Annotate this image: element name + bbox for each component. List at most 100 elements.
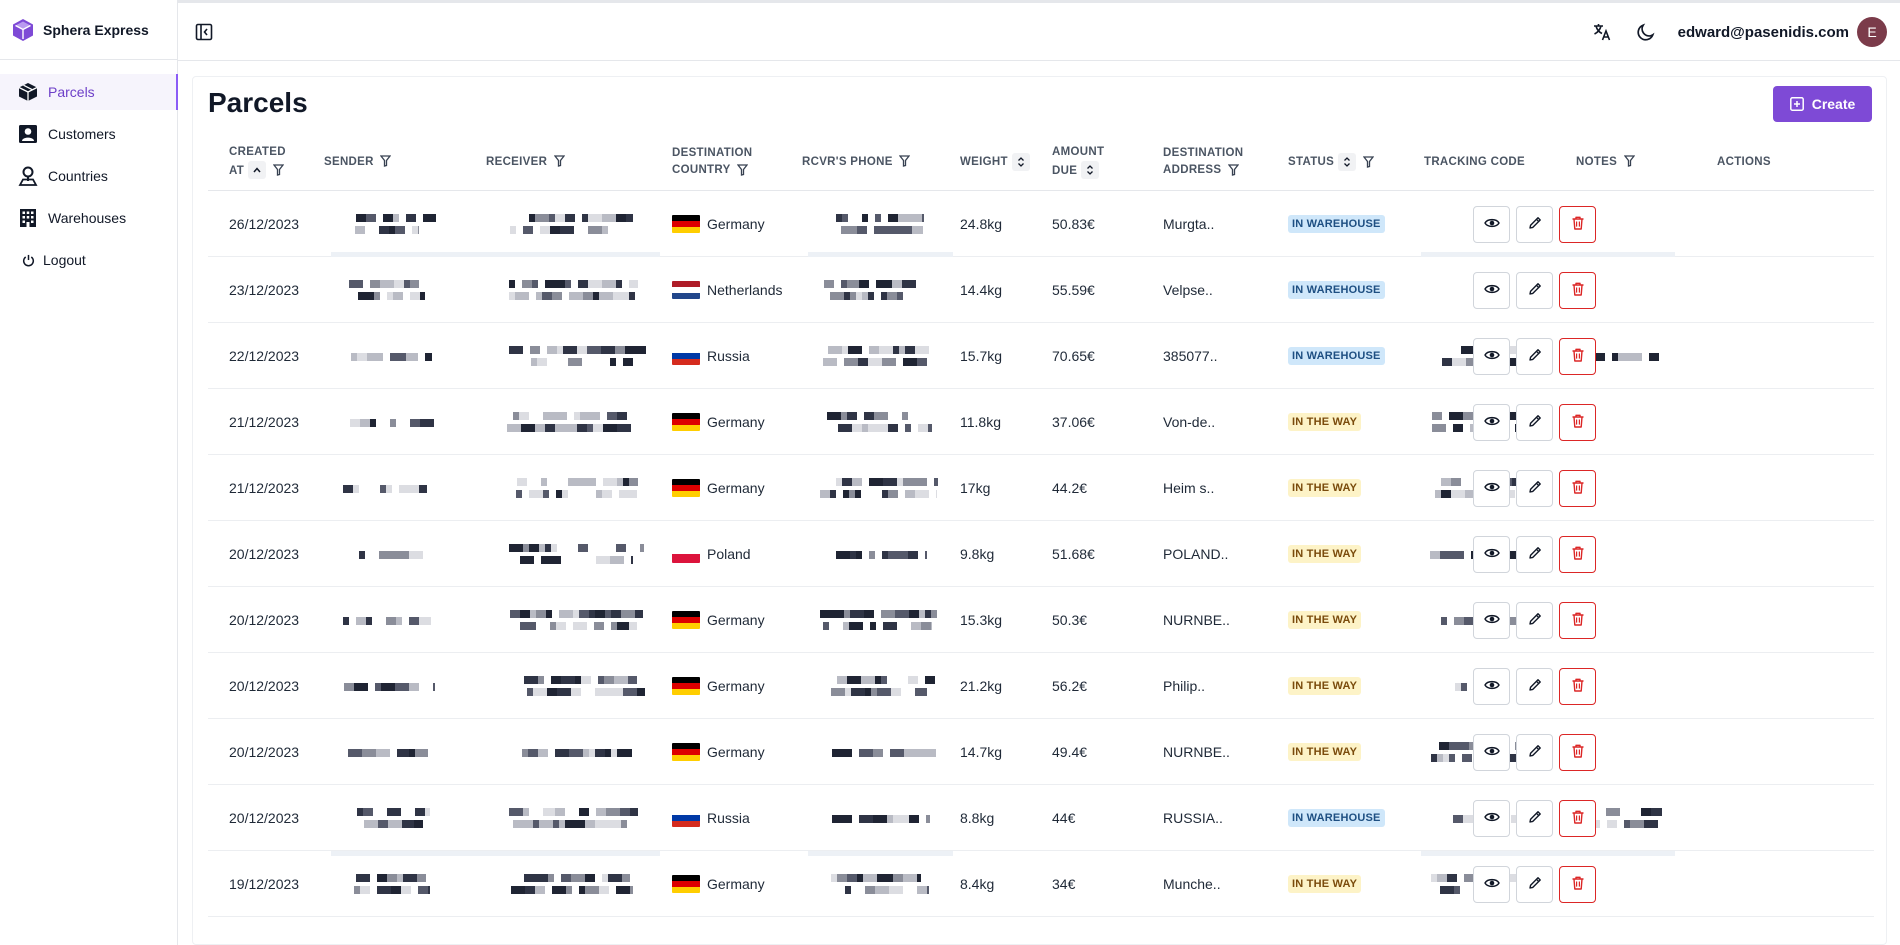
- amount-due-value: 50.83€: [1052, 216, 1095, 232]
- table-row[interactable]: 26/12/2023 Germany 24.8kg 50.83€ Murgta.. IN …: [208, 191, 1874, 257]
- column-header-text: WEIGHT: [960, 152, 1030, 171]
- view-button[interactable]: [1473, 733, 1510, 771]
- view-button[interactable]: [1473, 469, 1510, 507]
- view-button[interactable]: [1473, 403, 1510, 441]
- view-button[interactable]: [1473, 667, 1510, 705]
- table-row[interactable]: 22/12/2023 Russia 15.7kg 70.65€ 385077.. IN W…: [208, 323, 1874, 389]
- column-header-destination-address[interactable]: DESTINATION ADDRESS: [1163, 133, 1243, 191]
- edit-button[interactable]: [1516, 799, 1553, 837]
- weight-value: 17kg: [960, 480, 991, 496]
- edit-button[interactable]: [1516, 733, 1553, 771]
- table-row[interactable]: 20/12/2023 Germany 14.7kg 49.4€ NURNBE.. IN T…: [208, 719, 1874, 785]
- status-badge: IN WAREHOUSE: [1288, 347, 1385, 365]
- view-button[interactable]: [1473, 271, 1510, 309]
- moon-icon[interactable]: [1634, 20, 1658, 44]
- delete-button[interactable]: [1559, 271, 1596, 309]
- column-header-weight[interactable]: WEIGHT: [960, 133, 1030, 191]
- eye-icon: [1483, 611, 1500, 630]
- sidebar-item-customers[interactable]: Customers: [0, 116, 177, 152]
- table-row[interactable]: 19/12/2023 Germany 8.4kg 34€ Munche.. IN THE …: [208, 851, 1874, 917]
- edit-button[interactable]: [1516, 337, 1553, 375]
- row-actions: [1473, 851, 1602, 917]
- phone-redacted: [820, 341, 940, 373]
- filter-icon[interactable]: [1361, 155, 1375, 169]
- view-button[interactable]: [1473, 535, 1510, 573]
- column-header-sender[interactable]: SENDER: [324, 133, 393, 191]
- amount-due-value: 55.59€: [1052, 282, 1095, 298]
- edit-button[interactable]: [1516, 205, 1553, 243]
- flag-russia-icon: [672, 347, 700, 365]
- status-badge: IN WAREHOUSE: [1288, 281, 1385, 299]
- table-row[interactable]: 20/12/2023 Russia 8.8kg 44€ RUSSIA.. IN WAREH…: [208, 785, 1874, 851]
- view-button[interactable]: [1473, 205, 1510, 243]
- delete-button[interactable]: [1559, 733, 1596, 771]
- edit-button[interactable]: [1516, 535, 1553, 573]
- delete-button[interactable]: [1559, 403, 1596, 441]
- phone-redacted: [820, 473, 940, 505]
- column-header-notes[interactable]: NOTES: [1576, 133, 1636, 191]
- delete-button[interactable]: [1559, 601, 1596, 639]
- cell-amount-due: 44€: [1052, 785, 1075, 851]
- brand-name: Sphera Express: [43, 21, 149, 38]
- sidebar-item-label: Logout: [43, 252, 86, 268]
- filter-icon[interactable]: [1226, 163, 1240, 177]
- table-row[interactable]: 20/12/2023 Germany 15.3kg 50.3€ NURNBE.. IN T…: [208, 587, 1874, 653]
- delete-button[interactable]: [1559, 865, 1596, 903]
- delete-button[interactable]: [1559, 799, 1596, 837]
- cell-weight: 9.8kg: [960, 521, 994, 587]
- edit-button[interactable]: [1516, 271, 1553, 309]
- sidebar-item-logout[interactable]: Logout: [0, 242, 177, 278]
- cell-destination-address: Murgta..: [1163, 191, 1214, 257]
- edit-button[interactable]: [1516, 469, 1553, 507]
- column-header-text: NOTES: [1576, 154, 1636, 171]
- filter-icon[interactable]: [271, 163, 285, 177]
- filter-icon[interactable]: [736, 163, 750, 177]
- column-header-created-at[interactable]: CREATED AT: [229, 133, 286, 191]
- delete-button[interactable]: [1559, 205, 1596, 243]
- edit-button[interactable]: [1516, 601, 1553, 639]
- sort-asc-icon[interactable]: [248, 161, 267, 180]
- column-header-label-line2: COUNTRY: [672, 164, 731, 176]
- cell-created-at: 21/12/2023: [229, 455, 299, 521]
- sidebar-item-parcels[interactable]: Parcels: [0, 74, 178, 110]
- sort-icon[interactable]: [1011, 152, 1030, 171]
- delete-button[interactable]: [1559, 535, 1596, 573]
- column-header-destination-country[interactable]: DESTINATION COUNTRY: [672, 133, 752, 191]
- table-row[interactable]: 20/12/2023 Germany 21.2kg 56.2€ Philip.. IN T…: [208, 653, 1874, 719]
- view-button[interactable]: [1473, 337, 1510, 375]
- sidebar-item-countries[interactable]: Countries: [0, 158, 177, 194]
- filter-icon[interactable]: [552, 154, 566, 168]
- sort-icon[interactable]: [1338, 152, 1357, 171]
- column-header-text: RECEIVER: [486, 154, 566, 171]
- delete-button[interactable]: [1559, 337, 1596, 375]
- filter-icon[interactable]: [898, 154, 912, 168]
- phone-redacted: [820, 605, 940, 637]
- create-button[interactable]: Create: [1773, 86, 1872, 122]
- column-header-receiver[interactable]: RECEIVER: [486, 133, 566, 191]
- table-row[interactable]: 23/12/2023 Netherlands 14.4kg 55.59€ Velpse.…: [208, 257, 1874, 323]
- avatar[interactable]: E: [1857, 17, 1887, 47]
- sidebar-item-warehouses[interactable]: Warehouses: [0, 200, 177, 236]
- column-header-rcvr-phone[interactable]: RCVR'S PHONE: [802, 133, 912, 191]
- edit-button[interactable]: [1516, 667, 1553, 705]
- column-header-status[interactable]: STATUS: [1288, 133, 1375, 191]
- view-button[interactable]: [1473, 601, 1510, 639]
- edit-button[interactable]: [1516, 865, 1553, 903]
- view-button[interactable]: [1473, 799, 1510, 837]
- brand[interactable]: Sphera Express: [0, 0, 177, 60]
- filter-icon[interactable]: [1622, 154, 1636, 168]
- column-header-amount-due[interactable]: AMOUNT DUE: [1052, 133, 1104, 191]
- sidebar-toggle-icon[interactable]: [192, 20, 216, 44]
- user-email[interactable]: edward@pasenidis.com: [1678, 24, 1849, 41]
- translate-icon[interactable]: [1590, 20, 1614, 44]
- receiver-redacted: [506, 341, 646, 373]
- delete-button[interactable]: [1559, 667, 1596, 705]
- table-row[interactable]: 21/12/2023 Germany 17kg 44.2€ Heim s.. IN THE…: [208, 455, 1874, 521]
- edit-button[interactable]: [1516, 403, 1553, 441]
- table-row[interactable]: 21/12/2023 Germany 11.8kg 37.06€ Von-de.. IN …: [208, 389, 1874, 455]
- sort-icon[interactable]: [1081, 161, 1100, 180]
- view-button[interactable]: [1473, 865, 1510, 903]
- filter-icon[interactable]: [379, 154, 393, 168]
- table-row[interactable]: 20/12/2023 Poland 9.8kg 51.68€ POLAND.. IN TH…: [208, 521, 1874, 587]
- delete-button[interactable]: [1559, 469, 1596, 507]
